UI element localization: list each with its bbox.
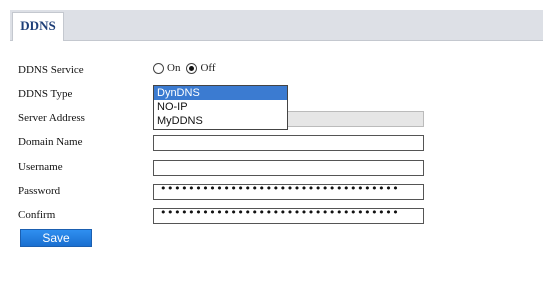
ddns-service-on-label[interactable]: On — [167, 62, 180, 74]
ddns-service-label: DDNS Service — [18, 64, 84, 76]
ddns-service-off-label[interactable]: Off — [200, 62, 215, 74]
confirm-label: Confirm — [18, 209, 56, 221]
save-button[interactable]: Save — [20, 229, 92, 247]
ddns-type-label: DDNS Type — [18, 88, 73, 100]
confirm-masked-value: •••••••••••••••••••••••••••••••••• — [160, 206, 400, 219]
ddns-type-dropdown[interactable]: DynDNS NO-IP MyDDNS — [153, 85, 288, 130]
ddns-type-option-myddns[interactable]: MyDDNS — [154, 114, 287, 128]
username-label: Username — [18, 161, 63, 173]
tab-bar: DDNS — [10, 10, 543, 41]
username-field[interactable] — [153, 160, 424, 176]
ddns-service-radio-group: On Off — [153, 62, 222, 74]
password-masked-value: •••••••••••••••••••••••••••••••••• — [160, 182, 400, 195]
ddns-service-off-radio[interactable] — [186, 62, 198, 74]
ddns-type-option-noip[interactable]: NO-IP — [154, 100, 287, 114]
password-label: Password — [18, 185, 61, 197]
confirm-field[interactable]: •••••••••••••••••••••••••••••••••• — [153, 206, 424, 224]
server-address-label: Server Address — [18, 112, 85, 124]
ddns-service-on-radio[interactable] — [153, 62, 164, 74]
password-field[interactable]: •••••••••••••••••••••••••••••••••• — [153, 182, 424, 200]
tab-ddns[interactable]: DDNS — [12, 12, 64, 41]
domain-name-label: Domain Name — [18, 136, 83, 148]
domain-name-field[interactable] — [153, 135, 424, 151]
ddns-type-option-dyndns[interactable]: DynDNS — [154, 86, 287, 100]
